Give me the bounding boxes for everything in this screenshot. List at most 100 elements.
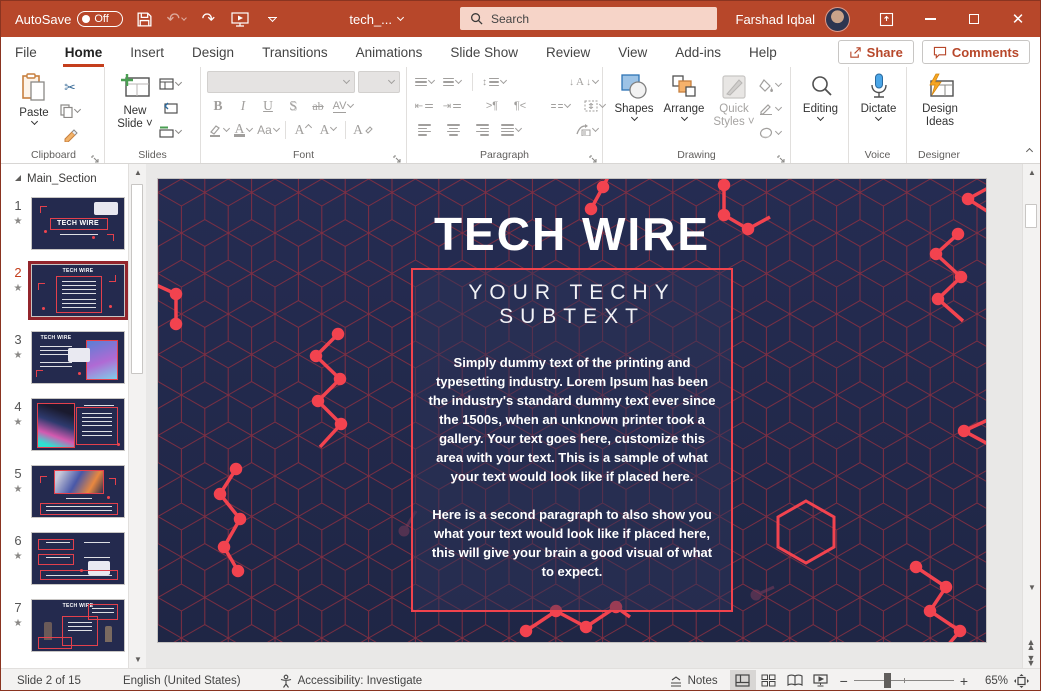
tab-animations[interactable]: Animations [342,37,437,67]
tab-review[interactable]: Review [532,37,604,67]
numbering-button[interactable] [441,72,463,92]
slide-thumbnail-2[interactable]: 2★ TECH WIRE [5,264,146,317]
collapse-ribbon-icon[interactable] [1027,141,1032,159]
canvas-scrollbar-thumb[interactable] [1025,204,1037,228]
align-text-button[interactable] [583,96,605,116]
thumbnail-canvas[interactable]: TECH WIRE [31,264,125,317]
shapes-button[interactable]: Shapes [609,70,659,146]
clear-formatting-button[interactable]: A [352,120,374,140]
slide-layout-icon[interactable] [159,74,181,94]
new-slide-button[interactable]: New Slide ˅ [111,70,159,146]
increase-indent-button[interactable]: ⇥ [441,96,463,116]
customize-qat-icon[interactable] [261,8,283,30]
strikethrough-button[interactable]: ab [307,96,329,116]
font-color-button[interactable]: A [232,120,254,140]
dictate-button[interactable]: Dictate [855,70,902,146]
decrease-font-size-button[interactable]: A [317,120,339,140]
tab-home[interactable]: Home [51,37,117,67]
tab-insert[interactable]: Insert [116,37,178,67]
section-header[interactable]: Main_Section [1,164,146,191]
canvas-scrollbar[interactable]: ▲ ▼ ▲▲ ▼▼ [1022,164,1040,668]
slide-body-text[interactable]: Simply dummy text of the printing and ty… [413,353,731,581]
paste-button[interactable]: Paste [9,70,59,146]
format-painter-icon[interactable] [59,125,81,145]
drawing-dialog-launcher-icon[interactable] [777,151,787,161]
user-avatar[interactable] [825,7,850,32]
share-button[interactable]: Share [838,40,914,64]
design-ideas-button[interactable]: Design Ideas [913,70,967,146]
slide-thumbnail-6[interactable]: 6★ [5,532,146,585]
arrange-button[interactable]: Arrange [659,70,709,146]
zoom-in-icon[interactable]: + [960,673,968,689]
shape-effects-icon[interactable] [759,123,781,143]
tab-help[interactable]: Help [735,37,791,67]
slide-indicator[interactable]: Slide 2 of 15 [5,675,93,687]
quick-styles-button[interactable]: Quick Styles ˅ [709,70,759,146]
convert-to-smartart-button[interactable] [575,120,598,140]
slide-sorter-view-button[interactable] [756,670,782,691]
line-spacing-button[interactable]: ↕ [482,72,506,92]
slide-thumbnail-7[interactable]: 7★ TECH WIRE [5,599,146,652]
thumbnail-canvas[interactable]: TECH WIRE [31,599,125,652]
scrollbar-thumb[interactable] [131,184,143,374]
copy-icon[interactable] [59,101,81,121]
thumbnail-canvas[interactable] [31,532,125,585]
character-spacing-button[interactable]: AV [332,96,354,116]
autosave-toggle[interactable]: AutoSave Off [15,11,123,27]
maximize-button[interactable] [952,1,996,37]
reset-slide-icon[interactable] [159,98,181,118]
change-case-button[interactable]: Aa [257,120,279,140]
section-icon[interactable] [159,122,181,142]
highlight-color-button[interactable] [207,120,229,140]
thumbnail-canvas[interactable]: TECH WIRE [31,197,125,250]
bold-button[interactable]: B [207,96,229,116]
comments-button[interactable]: Comments [922,40,1030,64]
search-input[interactable]: Search [460,7,717,30]
start-slideshow-icon[interactable] [229,8,251,30]
canvas-scroll-up-icon[interactable]: ▲ [1023,164,1041,181]
zoom-slider-thumb[interactable] [884,673,891,688]
cut-icon[interactable]: ✂ [59,77,81,97]
tab-file[interactable]: File [1,37,51,67]
slide-subtitle-text[interactable]: YOUR TECHY SUBTEXT [413,281,731,329]
columns-button[interactable] [549,96,571,116]
text-shadow-button[interactable]: S [282,96,304,116]
bullets-button[interactable] [413,72,435,92]
thumbnail-scrollbar[interactable]: ▲ ▼ [128,164,146,668]
tab-slide-show[interactable]: Slide Show [436,37,532,67]
rtl-direction-button[interactable]: ¶< [509,96,531,116]
paragraph-dialog-launcher-icon[interactable] [589,151,599,161]
underline-button[interactable]: U [257,96,279,116]
fit-slide-to-window-icon[interactable] [1008,670,1034,691]
tab-view[interactable]: View [604,37,661,67]
slide-thumbnail-1[interactable]: 1★ TECH WIRE [5,197,146,250]
shape-outline-icon[interactable] [759,99,781,119]
align-right-button[interactable] [471,120,493,140]
language-indicator[interactable]: English (United States) [111,675,253,687]
slide-editor[interactable]: TECH WIRE YOUR TECHY SUBTEXT Simply dumm… [158,179,986,642]
editing-button[interactable]: Editing [797,70,844,146]
slide-thumbnail-4[interactable]: 4★ [5,398,146,451]
italic-button[interactable]: I [232,96,254,116]
align-center-button[interactable] [442,120,464,140]
autosave-switch[interactable]: Off [77,11,123,27]
next-slide-icon[interactable]: ▼▼ [1027,656,1036,666]
ltr-direction-button[interactable]: >¶ [481,96,503,116]
normal-view-button[interactable] [730,670,756,691]
reading-view-button[interactable] [782,670,808,691]
close-button[interactable]: ✕ [996,1,1040,37]
increase-font-size-button[interactable]: A [292,120,314,140]
redo-icon[interactable]: ↷ [197,8,219,30]
slide-title-text[interactable]: TECH WIRE [158,207,986,261]
slideshow-view-button[interactable] [808,670,834,691]
zoom-out-icon[interactable]: − [840,673,848,689]
undo-icon[interactable]: ↶ [165,8,187,30]
user-name[interactable]: Farshad Iqbal [736,12,816,27]
tab-transitions[interactable]: Transitions [248,37,342,67]
text-direction-button[interactable]: ↓A↓ [569,72,598,92]
tab-add-ins[interactable]: Add-ins [661,37,735,67]
slide-text-box[interactable]: YOUR TECHY SUBTEXT Simply dummy text of … [411,268,733,612]
slide-thumbnail-5[interactable]: 5★ [5,465,146,518]
canvas-scroll-down-icon[interactable]: ▼ [1023,579,1041,596]
accessibility-checker[interactable]: Accessibility: Investigate [267,674,435,688]
